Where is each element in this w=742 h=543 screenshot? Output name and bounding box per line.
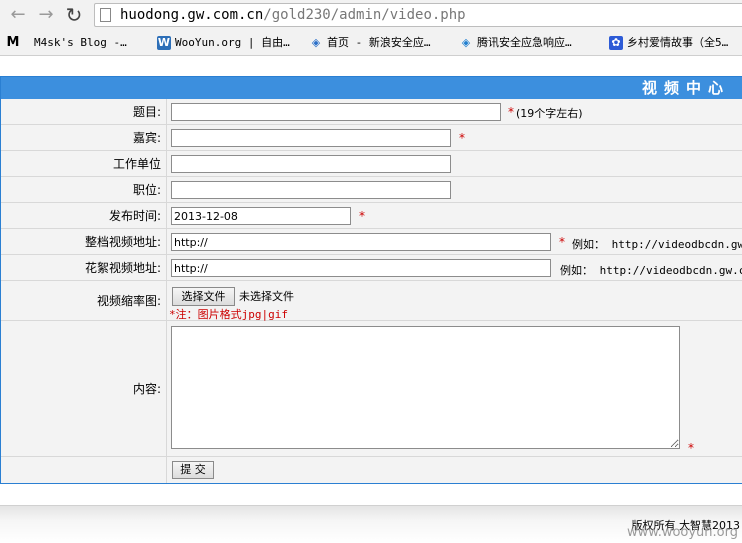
title-input[interactable] — [171, 103, 501, 121]
highlight-video-label: 花絮视频地址: — [84, 261, 161, 275]
bookmark-label: WooYun.org | 自由… — [175, 36, 290, 49]
bookmark-tencent-security[interactable]: ◈ 腾讯安全应急响应… — [459, 35, 572, 51]
row-company: 工作单位 — [1, 151, 742, 177]
url-text: huodong.gw.com.cn/gold230/admin/video.ph… — [120, 6, 466, 24]
wooyun-watermark: www.wooyun.org — [626, 525, 738, 540]
url-path: /gold230/admin/video.php — [263, 7, 466, 23]
url-host: huodong.gw.com.cn — [120, 7, 264, 23]
content-textarea[interactable] — [171, 326, 680, 449]
address-bar[interactable]: huodong.gw.com.cn/gold230/admin/video.ph… — [94, 3, 742, 27]
browser-toolbar: ← → ↻ huodong.gw.com.cn/gold230/admin/vi… — [0, 0, 742, 31]
row-position: 职位: — [1, 177, 742, 203]
guest-label: 嘉宾: — [132, 131, 161, 145]
shield-icon: ◈ — [311, 36, 321, 49]
panel-title: 视频中心 — [641, 79, 730, 97]
company-input[interactable] — [171, 155, 451, 173]
bookmark-m4sk[interactable]: M M4sk's Blog -… — [6, 35, 127, 51]
bookmark-label: 乡村爱情故事（全5… — [627, 36, 729, 49]
bookmark-sina-security[interactable]: ◈ 首页 - 新浪安全应… — [309, 35, 431, 51]
row-divider — [166, 203, 167, 228]
wooyun-icon: W — [157, 36, 171, 50]
row-divider — [166, 99, 167, 124]
date-label: 发布时间: — [108, 209, 161, 223]
required-mark: * — [688, 441, 694, 455]
reload-icon[interactable]: ↻ — [64, 5, 84, 25]
full-video-label: 整档视频地址: — [84, 235, 161, 249]
row-guest: 嘉宾: * — [1, 125, 742, 151]
bookmark-label: M4sk's Blog -… — [34, 36, 127, 49]
row-divider — [166, 125, 167, 150]
panel-titlebar: 视频中心 — [1, 77, 742, 99]
company-label: 工作单位 — [112, 157, 161, 171]
highlight-video-example: 例如： http://videodbcdn.gw.com — [560, 264, 742, 277]
required-mark: * — [559, 235, 565, 249]
bookmark-label: 腾讯安全应急响应… — [477, 36, 572, 49]
forward-arrow-icon[interactable]: → — [36, 5, 56, 25]
content-label: 内容: — [132, 382, 161, 396]
bookmark-wooyun[interactable]: W WooYun.org | 自由… — [157, 35, 290, 51]
bookmark-label: 首页 - 新浪安全应… — [327, 36, 431, 49]
row-divider — [166, 229, 167, 254]
row-title: 题目: * (19个字左右) — [1, 99, 742, 125]
row-full-video: 整档视频地址: * 例如： http://videodbcdn.gw.c — [1, 229, 742, 255]
submit-button[interactable]: 提 交 — [172, 461, 214, 479]
row-divider — [166, 151, 167, 176]
required-mark: * — [359, 209, 365, 223]
thumbnail-label: 视频缩率图: — [96, 294, 161, 308]
position-input[interactable] — [171, 181, 451, 199]
file-format-note: *注：图片格式jpg|gif — [169, 308, 288, 321]
bookmarks-bar: M M4sk's Blog -… W WooYun.org | 自由… ◈ 首页 - … — [0, 31, 742, 56]
required-mark: * — [508, 105, 514, 119]
row-date: 发布时间: * — [1, 203, 742, 229]
guest-input[interactable] — [171, 129, 451, 147]
back-arrow-icon[interactable]: ← — [8, 5, 28, 25]
full-video-example: 例如： http://videodbcdn.gw.c — [572, 238, 742, 251]
row-submit: 提 交 — [1, 457, 742, 483]
file-status: 未选择文件 — [239, 290, 294, 303]
date-input[interactable] — [171, 207, 351, 225]
page-icon — [100, 8, 111, 22]
row-highlight-video: 花絮视频地址: 例如： http://videodbcdn.gw.com — [1, 255, 742, 281]
row-content: 内容: * — [1, 321, 742, 457]
full-video-url-input[interactable] — [171, 233, 551, 251]
row-thumbnail: 视频缩率图: 选择文件 未选择文件 *注：图片格式jpg|gif — [1, 281, 742, 321]
title-hint: (19个字左右) — [516, 107, 583, 120]
paw-icon: ✿ — [609, 36, 623, 50]
video-center-form: 视频中心 题目: * (19个字左右) 嘉宾: * 工作单位 职位: 发布时间:… — [0, 76, 742, 484]
row-divider — [166, 321, 167, 456]
row-divider — [166, 281, 167, 320]
m-logo-icon: M — [6, 35, 20, 50]
position-label: 职位: — [132, 183, 161, 197]
shield-icon: ◈ — [461, 36, 471, 49]
title-label: 题目: — [132, 105, 161, 119]
bookmark-village-love[interactable]: ✿ 乡村爱情故事（全5… — [609, 35, 728, 51]
row-divider — [166, 457, 167, 483]
highlight-video-url-input[interactable] — [171, 259, 551, 277]
row-divider — [166, 177, 167, 202]
choose-file-button[interactable]: 选择文件 — [172, 287, 235, 306]
row-divider — [166, 255, 167, 280]
required-mark: * — [459, 131, 465, 145]
